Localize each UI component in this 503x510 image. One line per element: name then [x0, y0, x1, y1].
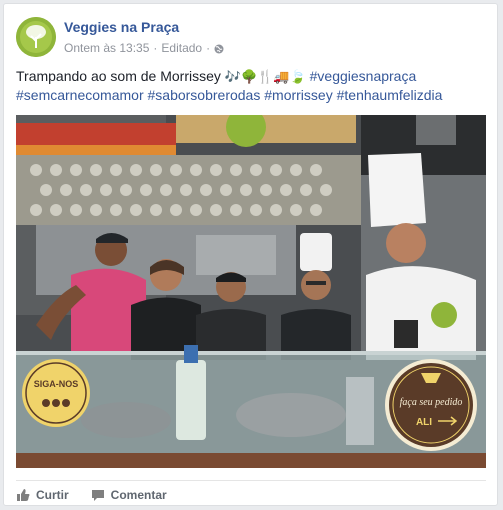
thumbs-up-icon — [17, 489, 30, 501]
hashtag-link[interactable]: #morrissey — [264, 87, 332, 103]
page-avatar[interactable] — [16, 17, 56, 57]
edited-label[interactable]: Editado — [161, 41, 202, 55]
post-text-intro: Trampando ao som de Morrissey — [16, 68, 221, 84]
meta-separator: · — [153, 41, 158, 55]
post-timestamp[interactable]: Ontem às 13:35 — [64, 41, 149, 55]
food-truck-crew-photo: SIGA-NOS faça seu pedido ALI — [16, 115, 486, 468]
meta-separator: · — [206, 41, 211, 55]
post-meta: Ontem às 13:35 · Editado · — [64, 41, 224, 55]
actions-divider — [16, 480, 486, 481]
post-photo[interactable]: SIGA-NOS faça seu pedido ALI — [16, 115, 486, 468]
tree-logo-icon — [16, 17, 56, 57]
follow-us-sign-text: SIGA-NOS — [34, 379, 79, 389]
globe-icon[interactable] — [214, 43, 224, 54]
order-sign-text-line2: ALI — [416, 417, 432, 428]
post-actions: Curtir Comentar — [16, 484, 167, 506]
hashtag-link[interactable]: #tenhaumfelizdia — [337, 87, 443, 103]
like-button[interactable]: Curtir — [16, 488, 69, 502]
hashtag-link[interactable]: #veggiesnapraça — [310, 68, 417, 84]
hashtag-link[interactable]: #semcarnecomamor — [16, 87, 144, 103]
post-card: Veggies na Praça Ontem às 13:35 · Editad… — [3, 3, 498, 506]
hashtag-link[interactable]: #saborsobrerodas — [148, 87, 261, 103]
comment-button[interactable]: Comentar — [91, 488, 167, 502]
comment-label: Comentar — [110, 488, 167, 502]
like-label: Curtir — [36, 488, 69, 502]
page-name-link[interactable]: Veggies na Praça — [64, 19, 179, 35]
post-text: Trampando ao som de Morrissey 🎶🌳🍴🚚🍃 #veg… — [16, 67, 486, 105]
order-sign-text-line1: faça seu pedido — [400, 397, 463, 408]
post-emojis: 🎶🌳🍴🚚🍃 — [224, 69, 306, 84]
comment-icon — [91, 490, 104, 501]
